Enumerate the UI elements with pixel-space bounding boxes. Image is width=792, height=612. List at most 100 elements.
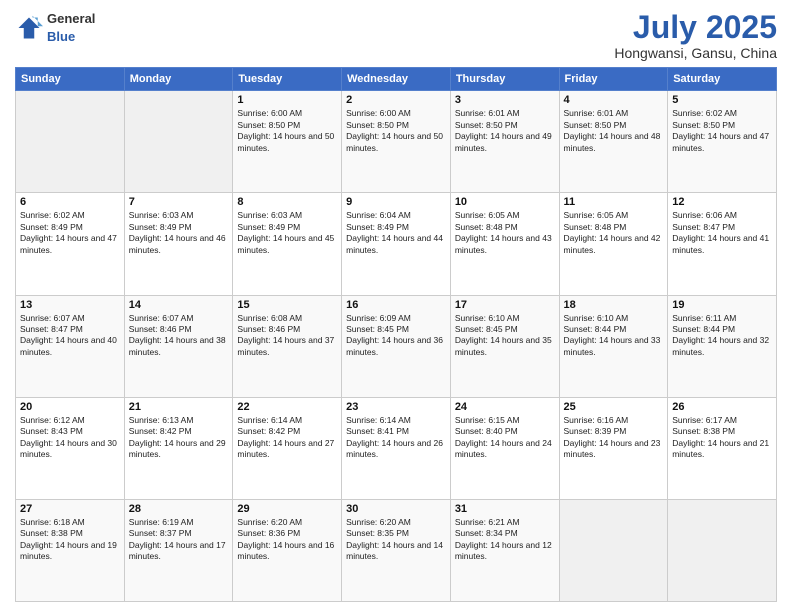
day-cell: 24Sunrise: 6:15 AM Sunset: 8:40 PM Dayli… xyxy=(450,397,559,499)
day-number: 25 xyxy=(564,401,664,413)
day-info: Sunrise: 6:20 AM Sunset: 8:35 PM Dayligh… xyxy=(346,517,446,563)
day-number: 29 xyxy=(237,503,337,515)
day-info: Sunrise: 6:06 AM Sunset: 8:47 PM Dayligh… xyxy=(672,210,772,256)
logo: General Blue xyxy=(15,10,95,46)
calendar-subtitle: Hongwansi, Gansu, China xyxy=(614,45,777,61)
day-info: Sunrise: 6:17 AM Sunset: 8:38 PM Dayligh… xyxy=(672,415,772,461)
day-info: Sunrise: 6:10 AM Sunset: 8:45 PM Dayligh… xyxy=(455,313,555,359)
day-cell: 26 Sunrise: 6:17 AM Sunset: 8:38 PM Dayli… xyxy=(668,397,777,499)
day-cell: 20 Sunrise: 6:12 AM Sunset: 8:43 PM Dayli… xyxy=(16,397,125,499)
weekday-header-saturday: Saturday xyxy=(668,68,777,91)
day-number: 28 xyxy=(129,503,229,515)
week-row-1: 1 Sunrise: 6:00 AM Sunset: 8:50 PM Daylig… xyxy=(16,91,777,193)
day-info: Sunrise: 6:16 AM Sunset: 8:39 PM Dayligh… xyxy=(564,415,664,461)
day-cell: 29 Sunrise: 6:20 AM Sunset: 8:36 PM Dayli… xyxy=(233,499,342,601)
day-info: Sunrise: 6:14 AM Sunset: 8:41 PM Dayligh… xyxy=(346,415,446,461)
page: General Blue July 2025 Hongwansi, Gansu,… xyxy=(0,0,792,612)
day-info: Sunrise: 6:14 AM Sunset: 8:42 PM Dayligh… xyxy=(237,415,337,461)
day-info: Sunrise: 6:18 AM Sunset: 8:38 PM Dayligh… xyxy=(20,517,120,563)
day-cell: 17 Sunrise: 6:10 AM Sunset: 8:45 PM Dayli… xyxy=(450,295,559,397)
weekday-header-tuesday: Tuesday xyxy=(233,68,342,91)
week-row-3: 13Sunrise: 6:07 AM Sunset: 8:47 PM Dayli… xyxy=(16,295,777,397)
day-cell: 8 Sunrise: 6:03 AM Sunset: 8:49 PM Daylig… xyxy=(233,193,342,295)
day-number: 27 xyxy=(20,503,120,515)
day-cell: 28Sunrise: 6:19 AM Sunset: 8:37 PM Dayli… xyxy=(124,499,233,601)
day-info: Sunrise: 6:00 AM Sunset: 8:50 PM Dayligh… xyxy=(346,108,446,154)
day-cell: 9 Sunrise: 6:04 AM Sunset: 8:49 PM Daylig… xyxy=(342,193,451,295)
week-row-2: 6 Sunrise: 6:02 AM Sunset: 8:49 PM Daylig… xyxy=(16,193,777,295)
day-info: Sunrise: 6:07 AM Sunset: 8:47 PM Dayligh… xyxy=(20,313,120,359)
day-cell: 25 Sunrise: 6:16 AM Sunset: 8:39 PM Dayli… xyxy=(559,397,668,499)
day-number: 19 xyxy=(672,299,772,311)
day-info: Sunrise: 6:12 AM Sunset: 8:43 PM Dayligh… xyxy=(20,415,120,461)
weekday-header-sunday: Sunday xyxy=(16,68,125,91)
day-number: 20 xyxy=(20,401,120,413)
day-number: 15 xyxy=(237,299,337,311)
day-number: 21 xyxy=(129,401,229,413)
day-number: 5 xyxy=(672,94,772,106)
day-info: Sunrise: 6:01 AM Sunset: 8:50 PM Dayligh… xyxy=(455,108,555,154)
day-cell: 11Sunrise: 6:05 AM Sunset: 8:48 PM Dayli… xyxy=(559,193,668,295)
day-number: 3 xyxy=(455,94,555,106)
day-cell: 27 Sunrise: 6:18 AM Sunset: 8:38 PM Dayli… xyxy=(16,499,125,601)
day-info: Sunrise: 6:20 AM Sunset: 8:36 PM Dayligh… xyxy=(237,517,337,563)
day-number: 26 xyxy=(672,401,772,413)
title-block: July 2025 Hongwansi, Gansu, China xyxy=(614,10,777,61)
day-info: Sunrise: 6:04 AM Sunset: 8:49 PM Dayligh… xyxy=(346,210,446,256)
day-info: Sunrise: 6:03 AM Sunset: 8:49 PM Dayligh… xyxy=(237,210,337,256)
logo-blue: Blue xyxy=(47,29,75,44)
day-cell: 12 Sunrise: 6:06 AM Sunset: 8:47 PM Dayli… xyxy=(668,193,777,295)
day-info: Sunrise: 6:11 AM Sunset: 8:44 PM Dayligh… xyxy=(672,313,772,359)
day-info: Sunrise: 6:01 AM Sunset: 8:50 PM Dayligh… xyxy=(564,108,664,154)
day-cell: 30 Sunrise: 6:20 AM Sunset: 8:35 PM Dayli… xyxy=(342,499,451,601)
day-cell xyxy=(124,91,233,193)
day-number: 9 xyxy=(346,196,446,208)
day-info: Sunrise: 6:02 AM Sunset: 8:49 PM Dayligh… xyxy=(20,210,120,256)
day-cell: 5 Sunrise: 6:02 AM Sunset: 8:50 PM Daylig… xyxy=(668,91,777,193)
day-number: 17 xyxy=(455,299,555,311)
day-number: 6 xyxy=(20,196,120,208)
day-number: 12 xyxy=(672,196,772,208)
day-cell: 23Sunrise: 6:14 AM Sunset: 8:41 PM Dayli… xyxy=(342,397,451,499)
day-info: Sunrise: 6:21 AM Sunset: 8:34 PM Dayligh… xyxy=(455,517,555,563)
day-info: Sunrise: 6:10 AM Sunset: 8:44 PM Dayligh… xyxy=(564,313,664,359)
day-info: Sunrise: 6:05 AM Sunset: 8:48 PM Dayligh… xyxy=(455,210,555,256)
day-number: 1 xyxy=(237,94,337,106)
week-row-5: 27 Sunrise: 6:18 AM Sunset: 8:38 PM Dayli… xyxy=(16,499,777,601)
day-info: Sunrise: 6:09 AM Sunset: 8:45 PM Dayligh… xyxy=(346,313,446,359)
logo-icon xyxy=(15,14,43,42)
weekday-header-monday: Monday xyxy=(124,68,233,91)
day-cell: 13Sunrise: 6:07 AM Sunset: 8:47 PM Dayli… xyxy=(16,295,125,397)
day-cell: 4Sunrise: 6:01 AM Sunset: 8:50 PM Daylig… xyxy=(559,91,668,193)
day-cell: 2 Sunrise: 6:00 AM Sunset: 8:50 PM Daylig… xyxy=(342,91,451,193)
day-info: Sunrise: 6:02 AM Sunset: 8:50 PM Dayligh… xyxy=(672,108,772,154)
day-number: 14 xyxy=(129,299,229,311)
day-info: Sunrise: 6:03 AM Sunset: 8:49 PM Dayligh… xyxy=(129,210,229,256)
day-info: Sunrise: 6:08 AM Sunset: 8:46 PM Dayligh… xyxy=(237,313,337,359)
day-number: 22 xyxy=(237,401,337,413)
weekday-header-thursday: Thursday xyxy=(450,68,559,91)
day-info: Sunrise: 6:07 AM Sunset: 8:46 PM Dayligh… xyxy=(129,313,229,359)
day-number: 8 xyxy=(237,196,337,208)
day-info: Sunrise: 6:00 AM Sunset: 8:50 PM Dayligh… xyxy=(237,108,337,154)
day-cell: 21Sunrise: 6:13 AM Sunset: 8:42 PM Dayli… xyxy=(124,397,233,499)
day-number: 2 xyxy=(346,94,446,106)
day-cell: 22 Sunrise: 6:14 AM Sunset: 8:42 PM Dayli… xyxy=(233,397,342,499)
day-cell: 1 Sunrise: 6:00 AM Sunset: 8:50 PM Daylig… xyxy=(233,91,342,193)
day-cell: 3 Sunrise: 6:01 AM Sunset: 8:50 PM Daylig… xyxy=(450,91,559,193)
day-cell: 16 Sunrise: 6:09 AM Sunset: 8:45 PM Dayli… xyxy=(342,295,451,397)
day-number: 30 xyxy=(346,503,446,515)
day-number: 16 xyxy=(346,299,446,311)
weekday-header-wednesday: Wednesday xyxy=(342,68,451,91)
logo-text: General Blue xyxy=(47,10,95,46)
day-number: 7 xyxy=(129,196,229,208)
day-cell: 14 Sunrise: 6:07 AM Sunset: 8:46 PM Dayli… xyxy=(124,295,233,397)
week-row-4: 20 Sunrise: 6:12 AM Sunset: 8:43 PM Dayli… xyxy=(16,397,777,499)
header: General Blue July 2025 Hongwansi, Gansu,… xyxy=(15,10,777,61)
day-cell: 31Sunrise: 6:21 AM Sunset: 8:34 PM Dayli… xyxy=(450,499,559,601)
day-info: Sunrise: 6:15 AM Sunset: 8:40 PM Dayligh… xyxy=(455,415,555,461)
day-info: Sunrise: 6:05 AM Sunset: 8:48 PM Dayligh… xyxy=(564,210,664,256)
day-number: 10 xyxy=(455,196,555,208)
day-cell: 19 Sunrise: 6:11 AM Sunset: 8:44 PM Dayli… xyxy=(668,295,777,397)
weekday-header-friday: Friday xyxy=(559,68,668,91)
